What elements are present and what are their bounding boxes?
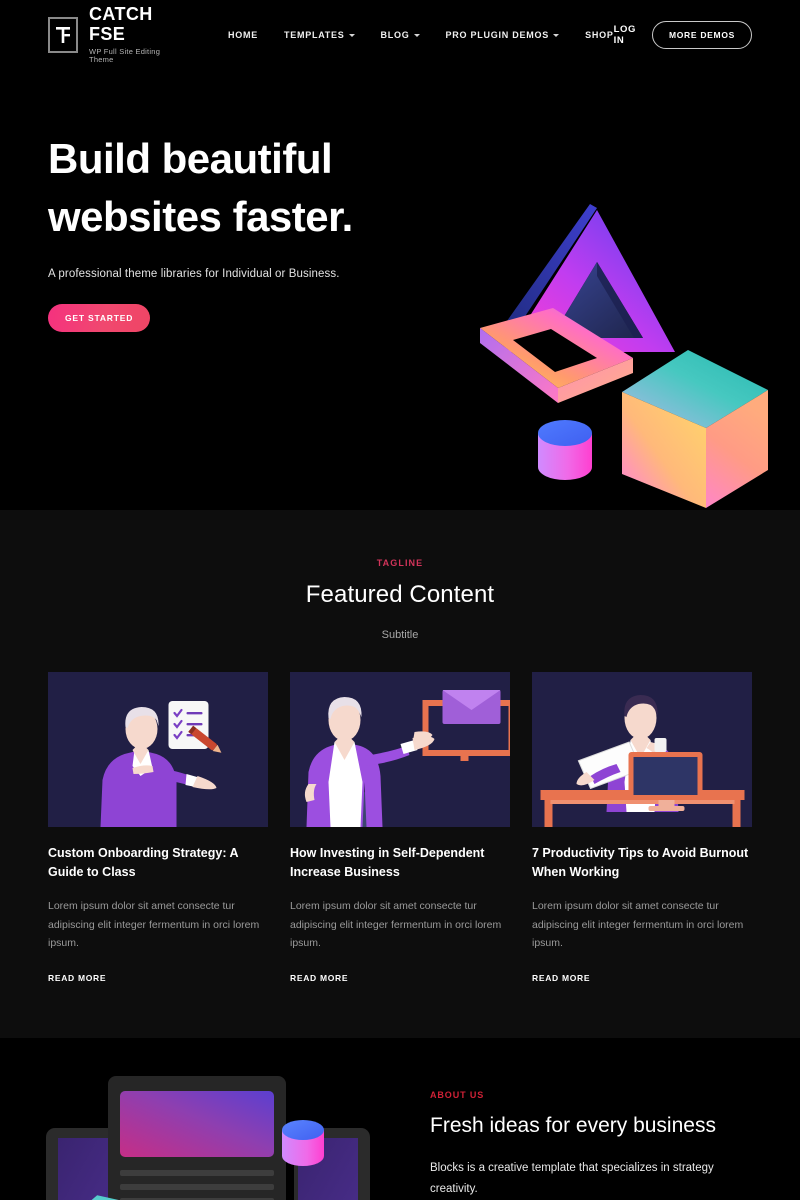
geometric-3d-shapes-illustration <box>398 200 788 510</box>
nav-label: SHOP <box>585 30 614 40</box>
hero-title: Build beautiful websites faster. <box>48 130 428 246</box>
main-navigation: HOME TEMPLATES BLOG PRO PLUGIN DEMOS SHO… <box>228 30 614 40</box>
featured-card[interactable]: 7 Productivity Tips to Avoid Burnout Whe… <box>532 672 752 986</box>
read-more-link[interactable]: READ MORE <box>48 973 106 983</box>
about-copy: ABOUT US Fresh ideas for every business … <box>430 1090 760 1200</box>
get-started-button[interactable]: GET STARTED <box>48 303 151 332</box>
cube-shape <box>622 350 768 508</box>
hero-title-line-2: websites faster. <box>48 192 353 240</box>
card-title: Custom Onboarding Strategy: A Guide to C… <box>48 846 239 879</box>
card-excerpt: Lorem ipsum dolor sit amet consecte tur … <box>532 900 744 950</box>
chevron-down-icon <box>413 34 420 37</box>
chevron-down-icon <box>553 34 560 37</box>
nav-item-home[interactable]: HOME <box>228 30 258 40</box>
card-excerpt: Lorem ipsum dolor sit amet consecte tur … <box>48 900 260 950</box>
brand-logo[interactable]: CATCH FSE WP Full Site Editing Theme <box>48 5 168 64</box>
person-at-desk-with-monitor-illustration <box>532 672 752 827</box>
nav-label: TEMPLATES <box>283 30 345 40</box>
about-text: Blocks is a creative template that speci… <box>430 1162 714 1196</box>
nav-item-pro-plugin-demos[interactable]: PRO PLUGIN DEMOS <box>446 30 560 40</box>
login-link[interactable]: LOG IN <box>614 24 636 46</box>
about-title: Fresh ideas for every business <box>430 1114 716 1138</box>
card-excerpt: Lorem ipsum dolor sit amet consecte tur … <box>290 900 502 950</box>
featured-card[interactable]: Custom Onboarding Strategy: A Guide to C… <box>48 672 268 986</box>
section-title: Featured Content <box>305 581 495 608</box>
read-more-link[interactable]: READ MORE <box>290 973 348 983</box>
nav-label: BLOG <box>380 30 410 40</box>
section-header: TAGLINE Featured Content Subtitle <box>0 558 800 641</box>
hero-section: Build beautiful websites faster. A profe… <box>0 70 800 510</box>
nav-label: HOME <box>227 30 258 40</box>
person-with-checklist-illustration <box>48 672 268 827</box>
brand-title: CATCH FSE <box>89 4 153 45</box>
featured-content-section: TAGLINE Featured Content Subtitle Custom… <box>0 510 800 1039</box>
nav-item-blog[interactable]: BLOG <box>381 30 420 40</box>
device-mockup-illustration <box>42 1060 372 1200</box>
section-subtitle: Subtitle <box>381 629 419 641</box>
featured-cards: Custom Onboarding Strategy: A Guide to C… <box>0 672 800 986</box>
about-us-section: ABOUT US Fresh ideas for every business … <box>0 1038 800 1200</box>
cylinder-shape <box>538 420 592 480</box>
card-title: How Investing in Self-Dependent Increase… <box>290 846 485 879</box>
nav-item-templates[interactable]: TEMPLATES <box>284 30 355 40</box>
section-tagline: TAGLINE <box>376 558 424 568</box>
read-more-link[interactable]: READ MORE <box>532 973 590 983</box>
square-f-logo-icon <box>48 17 78 53</box>
hero-copy: Build beautiful websites faster. A profe… <box>48 130 428 332</box>
brand-tagline: WP Full Site Editing Theme <box>89 47 161 65</box>
card-title: 7 Productivity Tips to Avoid Burnout Whe… <box>532 846 749 879</box>
nav-item-shop[interactable]: SHOP <box>585 30 614 40</box>
featured-card[interactable]: How Investing in Self-Dependent Increase… <box>290 672 510 986</box>
hero-title-line-1: Build beautiful <box>48 135 333 182</box>
chevron-down-icon <box>348 34 355 37</box>
person-presenting-envelope-board-illustration <box>290 672 510 827</box>
header-actions: LOG IN MORE DEMOS <box>614 21 752 49</box>
site-header: CATCH FSE WP Full Site Editing Theme HOM… <box>0 0 800 70</box>
nav-label: PRO PLUGIN DEMOS <box>445 30 550 40</box>
more-demos-button[interactable]: MORE DEMOS <box>651 21 752 49</box>
about-tagline: ABOUT US <box>430 1090 485 1101</box>
hero-subtitle: A professional theme libraries for Indiv… <box>48 267 340 280</box>
